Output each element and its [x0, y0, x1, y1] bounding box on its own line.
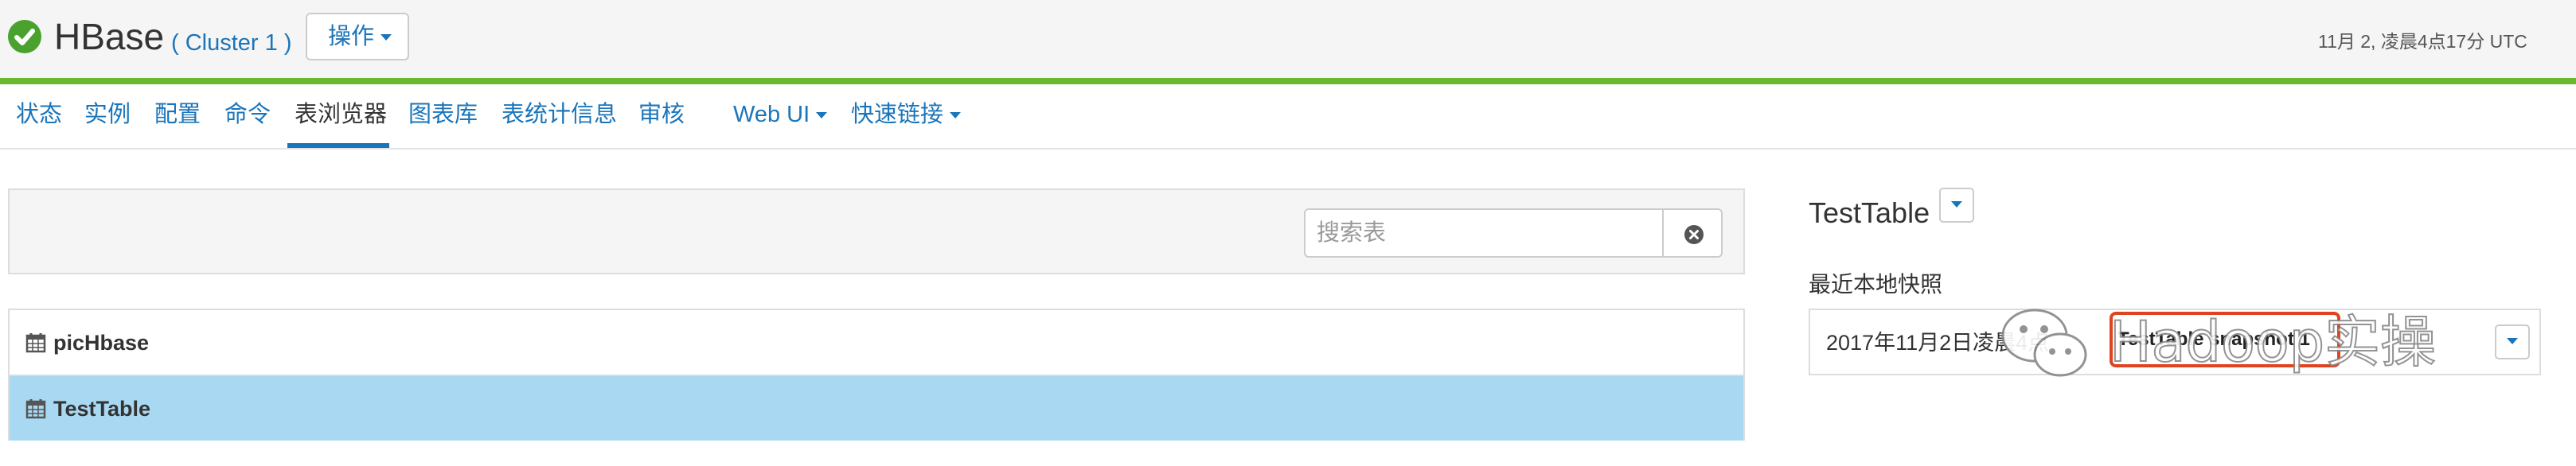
tab-status[interactable]: 状态 [16, 99, 62, 130]
tab-web-ui-label: Web UI [733, 102, 810, 127]
good-health-check-icon [8, 20, 41, 53]
chevron-down-icon [1951, 200, 1962, 208]
calendar-icon [25, 333, 46, 353]
calendar-icon [25, 399, 46, 419]
actions-dropdown-button[interactable]: 操作 [306, 13, 409, 60]
clear-search-button[interactable] [1662, 208, 1723, 258]
snapshot-name: TestTable snapshot 1 [2110, 312, 2340, 367]
tab-quick-links[interactable]: 快速链接 [851, 99, 962, 130]
snapshot-date: 2017年11月2日凌晨4点 [1826, 331, 2050, 355]
tab-configuration[interactable]: 配置 [154, 99, 201, 130]
table-row-selected[interactable]: TestTable [10, 376, 1743, 441]
tab-commands[interactable]: 命令 [224, 99, 271, 130]
chevron-down-icon [2507, 337, 2518, 344]
tab-instances[interactable]: 实例 [84, 99, 131, 130]
snapshot-row: 2017年11月2日凌晨4点 TestTable snapshot 1 [1809, 309, 2541, 375]
tab-charts-library[interactable]: 图表库 [408, 99, 478, 130]
clear-icon [1684, 225, 1704, 244]
current-time: 11月 2, 凌晨4点17分 UTC [2318, 31, 2527, 52]
table-actions-dropdown[interactable] [1939, 188, 1974, 223]
search-table-input[interactable] [1304, 208, 1662, 258]
table-list: picHbase TestTable [8, 309, 1745, 441]
chevron-down-icon [381, 34, 392, 41]
chevron-down-icon [950, 112, 962, 119]
snapshot-actions-dropdown[interactable] [2495, 324, 2530, 359]
recent-snapshots-label: 最近本地快照 [1809, 272, 1943, 297]
service-name: HBase [54, 16, 165, 57]
chevron-down-icon [816, 112, 828, 119]
table-name: picHbase [53, 331, 150, 355]
tab-table-browser[interactable]: 表浏览器 [295, 99, 387, 130]
tab-table-statistics[interactable]: 表统计信息 [502, 99, 617, 130]
table-row[interactable]: picHbase [10, 310, 1743, 376]
tab-web-ui[interactable]: Web UI [733, 99, 828, 130]
cluster-link[interactable]: ( Cluster 1 ) [171, 27, 291, 59]
tab-quick-links-label: 快速链接 [851, 102, 944, 127]
selected-table-title: TestTable [1809, 196, 1930, 229]
active-tab-indicator [287, 143, 389, 148]
actions-label: 操作 [328, 24, 375, 49]
table-search-bar [8, 188, 1745, 274]
service-header: HBase ( Cluster 1 ) 操作 11月 2, 凌晨4点17分 UT… [0, 0, 2576, 84]
table-name: TestTable [53, 397, 151, 421]
service-tabs: 状态 实例 配置 命令 表浏览器 图表库 表统计信息 审核 Web UI 快速链… [0, 84, 2576, 150]
tab-audits[interactable]: 审核 [638, 99, 685, 130]
